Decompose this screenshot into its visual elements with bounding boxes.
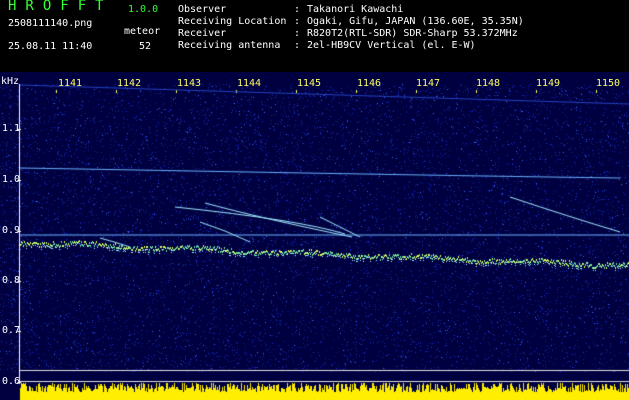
meteor-label: meteor bbox=[124, 26, 161, 37]
x-tick-label: 1149 bbox=[536, 78, 561, 89]
info-label-location: Receiving Location bbox=[178, 16, 287, 27]
header-panel: HROFFT 1.0.0 2508111140.png meteor 25.08… bbox=[0, 0, 629, 72]
app-version: 1.0.0 bbox=[128, 4, 159, 15]
spectrogram-canvas bbox=[0, 72, 629, 400]
x-tick-label: 1142 bbox=[117, 78, 142, 89]
info-value-observer: Takanori Kawachi bbox=[307, 4, 404, 15]
y-tick-label: 0.7 bbox=[2, 325, 21, 336]
meteor-count: 52 bbox=[139, 41, 152, 52]
info-colon: : bbox=[294, 28, 301, 39]
x-tick-label: 1150 bbox=[596, 78, 621, 89]
app-title: HROFFT bbox=[8, 0, 113, 14]
y-tick-label: 1.1 bbox=[2, 123, 21, 134]
x-tick-label: 1143 bbox=[177, 78, 202, 89]
y-tick-label: 0.9 bbox=[2, 225, 21, 236]
spectrogram-panel: kHz 1.1 1.0 0.9 0.8 0.7 0.6 1141 1142 11… bbox=[0, 72, 629, 400]
info-colon: : bbox=[294, 4, 301, 15]
x-tick-label: 1148 bbox=[476, 78, 501, 89]
info-value-receiver: R820T2(RTL-SDR) SDR-Sharp 53.372MHz bbox=[307, 28, 518, 39]
x-tick-label: 1146 bbox=[357, 78, 382, 89]
info-label-observer: Observer bbox=[178, 4, 227, 15]
info-label-receiver: Receiver bbox=[178, 28, 227, 39]
info-colon: : bbox=[294, 40, 301, 51]
y-tick-label: 1.0 bbox=[2, 174, 21, 185]
date-time: 25.08.11 11:40 bbox=[8, 41, 93, 52]
info-colon: : bbox=[294, 16, 301, 27]
y-tick-label: 0.8 bbox=[2, 275, 21, 286]
x-tick-label: 1144 bbox=[237, 78, 262, 89]
info-value-antenna: 2el-HB9CV Vertical (el. E-W) bbox=[307, 40, 476, 51]
x-tick-label: 1147 bbox=[416, 78, 441, 89]
x-tick-label: 1141 bbox=[58, 78, 83, 89]
file-name: 2508111140.png bbox=[8, 18, 93, 29]
info-label-antenna: Receiving antenna bbox=[178, 40, 281, 51]
y-axis-unit: kHz bbox=[1, 76, 20, 87]
y-tick-label: 0.6 bbox=[2, 376, 21, 387]
x-tick-label: 1145 bbox=[297, 78, 322, 89]
info-value-location: Ogaki, Gifu, JAPAN (136.60E, 35.35N) bbox=[307, 16, 524, 27]
